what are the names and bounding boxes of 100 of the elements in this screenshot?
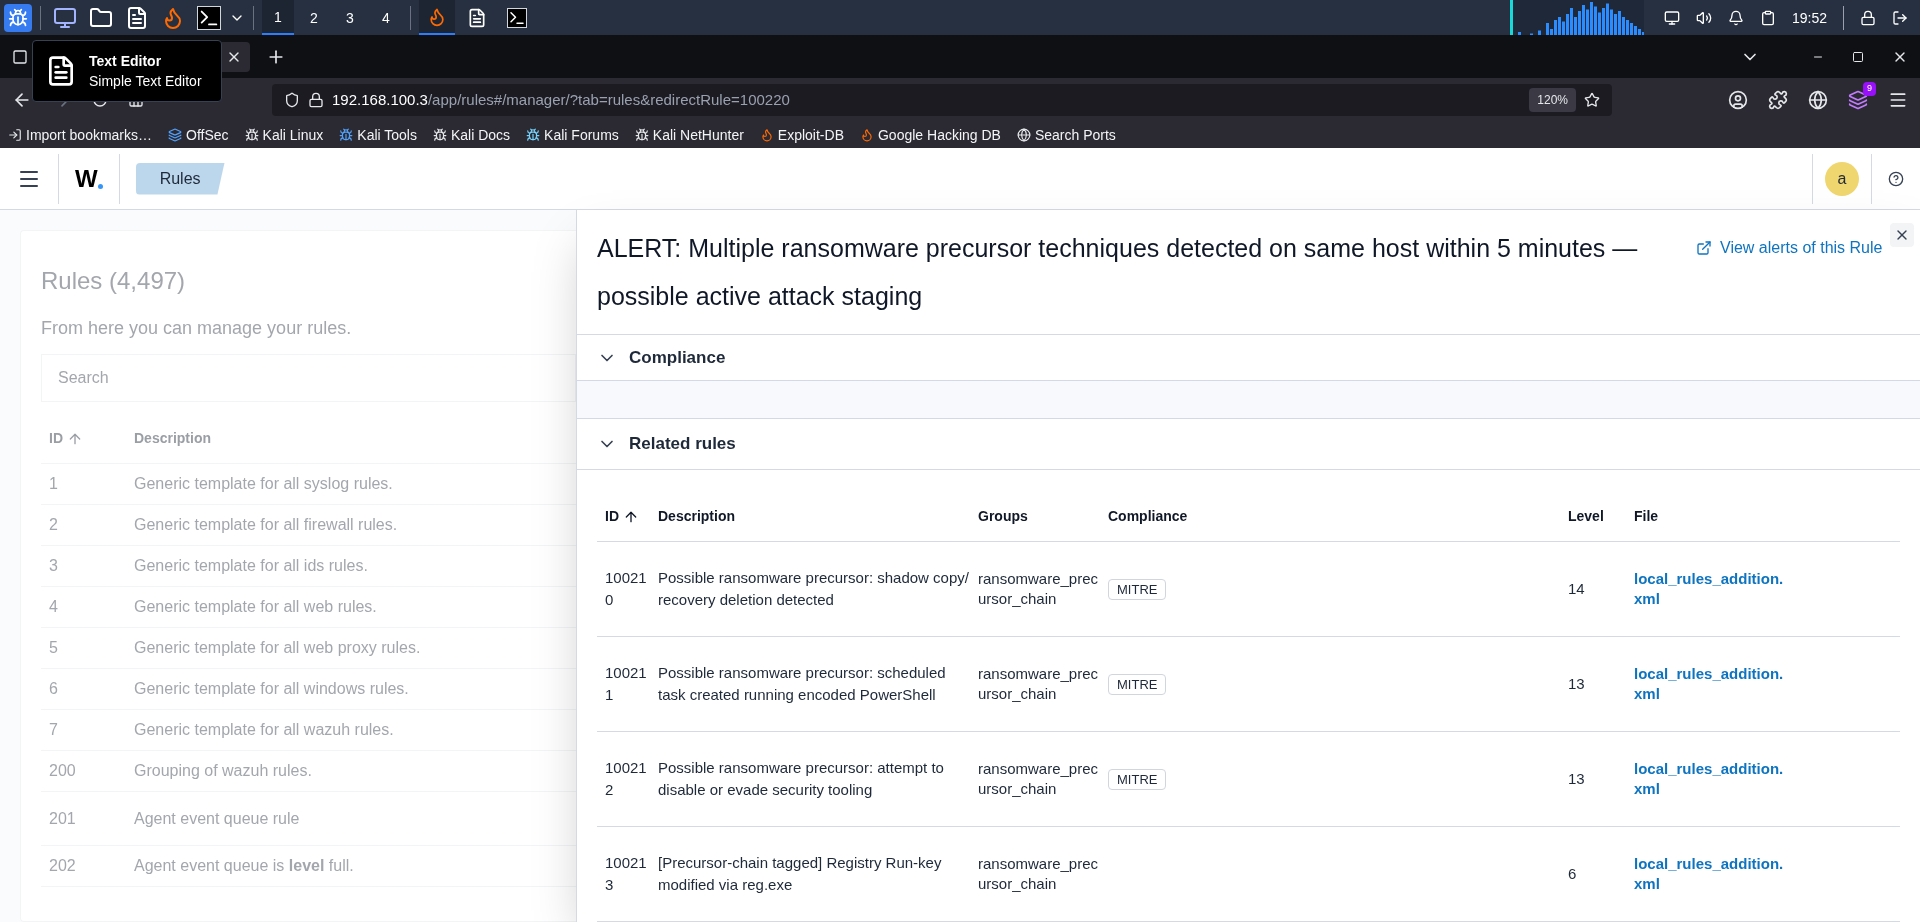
- clipboard-icon[interactable]: [1759, 9, 1776, 26]
- network-icon[interactable]: [1663, 9, 1680, 26]
- maximize-icon[interactable]: [1852, 50, 1864, 63]
- page-title: Rules (4,497): [41, 266, 187, 296]
- terminal-icon[interactable]: [197, 5, 221, 30]
- bookmark-link[interactable]: Search Ports: [1016, 124, 1116, 146]
- table-cell-text: ransomware_precursor_chain: [977, 664, 1100, 704]
- file-link[interactable]: local_rules_addition.xml: [1626, 759, 1786, 799]
- import-icon: [8, 128, 22, 142]
- extensions-icon[interactable]: [1768, 90, 1788, 110]
- bookmark-link[interactable]: Kali NetHunter: [634, 124, 744, 146]
- compliance-tag[interactable]: MITRE: [1108, 768, 1167, 790]
- table-cell-text: Generic template for all ids rules.: [134, 556, 368, 576]
- globe-icon: [1016, 128, 1031, 142]
- terminal-icon[interactable]: [507, 7, 527, 28]
- table-cell-text: Generic template for all web proxy rules.: [134, 638, 421, 658]
- table-cell-text: ransomware_precursor_chain: [977, 569, 1100, 609]
- menu-icon[interactable]: [1888, 90, 1908, 110]
- compliance-tag[interactable]: MITRE: [1108, 673, 1167, 695]
- text-editor-icon[interactable]: [125, 5, 149, 30]
- tab-overview-icon[interactable]: [12, 48, 28, 65]
- section-title[interactable]: Compliance: [629, 344, 726, 371]
- column-header[interactable]: Description: [650, 506, 970, 527]
- notification-icon[interactable]: [1727, 9, 1744, 26]
- table-cell-text: Possible ransomware precursor: scheduled task created running encoded PowerShell: [657, 663, 947, 705]
- file-link[interactable]: local_rules_addition.xml: [1626, 854, 1786, 894]
- shield-icon: [284, 92, 300, 108]
- search-field[interactable]: Search: [41, 354, 576, 402]
- table-cell-text: 14: [1567, 578, 1586, 599]
- table-cell-text: Generic template for all firewall rules.: [134, 515, 398, 535]
- lock-icon: [308, 92, 324, 108]
- table-cell-text: 201: [48, 808, 77, 829]
- table-cell-text: Generic template for all wazuh rules.: [134, 720, 394, 740]
- logo[interactable]: W: [75, 166, 98, 191]
- table-cell-text: 7: [48, 720, 59, 740]
- workspace-button[interactable]: 3: [334, 0, 366, 35]
- page-subtitle: From here you can manage your rules.: [41, 317, 353, 340]
- url-bar[interactable]: 192.168.100.3/app/rules#/manager/?tab=rules&redirectRule=100220 120%: [272, 84, 1612, 116]
- column-header[interactable]: Compliance: [1100, 506, 1560, 527]
- folder-icon[interactable]: [89, 5, 113, 30]
- bookmark-link[interactable]: Kali Docs: [432, 124, 511, 146]
- bookmark-link[interactable]: Google Hacking DB: [860, 124, 1001, 146]
- table-cell-text: Possible ransomware precursor: shadow copy/ recovery deletion detected: [657, 568, 970, 610]
- table-cell-text: ransomware_precursor_chain: [977, 854, 1100, 894]
- table-cell-text: 6: [1567, 863, 1578, 884]
- bookmark-star-icon[interactable]: [1584, 92, 1600, 108]
- table-cell-text: 100211: [604, 663, 648, 705]
- tooltip-title: Text Editor: [89, 52, 163, 71]
- extension-icon[interactable]: [1848, 90, 1868, 110]
- section-title[interactable]: Related rules: [629, 431, 736, 457]
- table-cell-text: Generic template for all syslog rules.: [134, 474, 393, 494]
- external-link-icon: [1696, 240, 1712, 256]
- avatar[interactable]: a: [1825, 161, 1859, 196]
- bookmark-link[interactable]: Kali Linux: [244, 124, 324, 146]
- column-header[interactable]: File: [1626, 506, 1786, 527]
- account-icon[interactable]: [1728, 90, 1748, 110]
- view-alerts-link[interactable]: View alerts of this Rule: [1696, 236, 1883, 260]
- table-cell-text: 100210: [604, 568, 648, 610]
- table-cell-text: [Precursor-chain tagged] Registry Run-key modified via reg.exe: [657, 853, 943, 895]
- column-header[interactable]: ID: [597, 506, 650, 527]
- bookmark-link[interactable]: Exploit-DB: [759, 124, 844, 146]
- table-cell-text: 13: [1567, 673, 1586, 694]
- volume-icon[interactable]: [1695, 9, 1712, 26]
- table-cell-text: 6: [48, 679, 59, 699]
- table-cell-text: Generic template for all windows rules.: [134, 679, 409, 699]
- table-cell-text: 13: [1567, 768, 1586, 789]
- table-cell-text: Agent event queue rule: [134, 808, 300, 829]
- breadcrumb-tab[interactable]: Rules: [135, 162, 225, 195]
- extension-badge: 9: [1863, 82, 1876, 96]
- bookmark-link[interactable]: Kali Forums: [526, 124, 619, 146]
- lock-icon[interactable]: [1860, 9, 1876, 26]
- bookmark-link[interactable]: OffSec: [168, 124, 229, 146]
- table-cell-text: 5: [48, 638, 59, 658]
- url-host: 192.168.100.3: [332, 89, 428, 110]
- file-link[interactable]: local_rules_addition.xml: [1626, 664, 1786, 704]
- help-icon[interactable]: [1888, 170, 1904, 187]
- workspace-button[interactable]: 2: [298, 0, 330, 35]
- workspace-button[interactable]: 1: [262, 0, 294, 35]
- tooltip-subtitle: Simple Text Editor: [89, 72, 202, 91]
- column-header[interactable]: Level: [1560, 506, 1626, 527]
- logout-icon[interactable]: [1892, 9, 1908, 26]
- text-editor-icon[interactable]: [467, 7, 487, 28]
- app-menu-icon[interactable]: [4, 3, 32, 32]
- bookmark-link[interactable]: Kali Tools: [339, 124, 417, 146]
- table-cell-text: 1: [48, 474, 59, 494]
- table-cell-text: 2: [48, 515, 59, 535]
- bookmark-icon: [168, 128, 183, 142]
- workspace-button[interactable]: 4: [370, 0, 402, 35]
- zoom-level[interactable]: 120%: [1529, 88, 1576, 112]
- url-path: /app/rules#/manager/?tab=rules&redirectRule=100220: [427, 89, 790, 110]
- close-button[interactable]: [1890, 223, 1914, 247]
- file-link[interactable]: local_rules_addition.xml: [1626, 569, 1786, 609]
- desktop-icon[interactable]: [53, 5, 77, 30]
- compliance-tag[interactable]: MITRE: [1108, 578, 1167, 600]
- bookmark-link[interactable]: Import bookmarks…: [8, 124, 153, 146]
- table-cell-text: 3: [48, 556, 59, 576]
- column-header[interactable]: Groups: [970, 506, 1100, 527]
- flyout-title: ALERT: Multiple ransomware precursor techniques detected on same host within 5 minutes — possible active attack staging: [597, 233, 1639, 312]
- clock[interactable]: 19:52: [1791, 7, 1827, 28]
- extension-icon[interactable]: [1808, 90, 1828, 110]
